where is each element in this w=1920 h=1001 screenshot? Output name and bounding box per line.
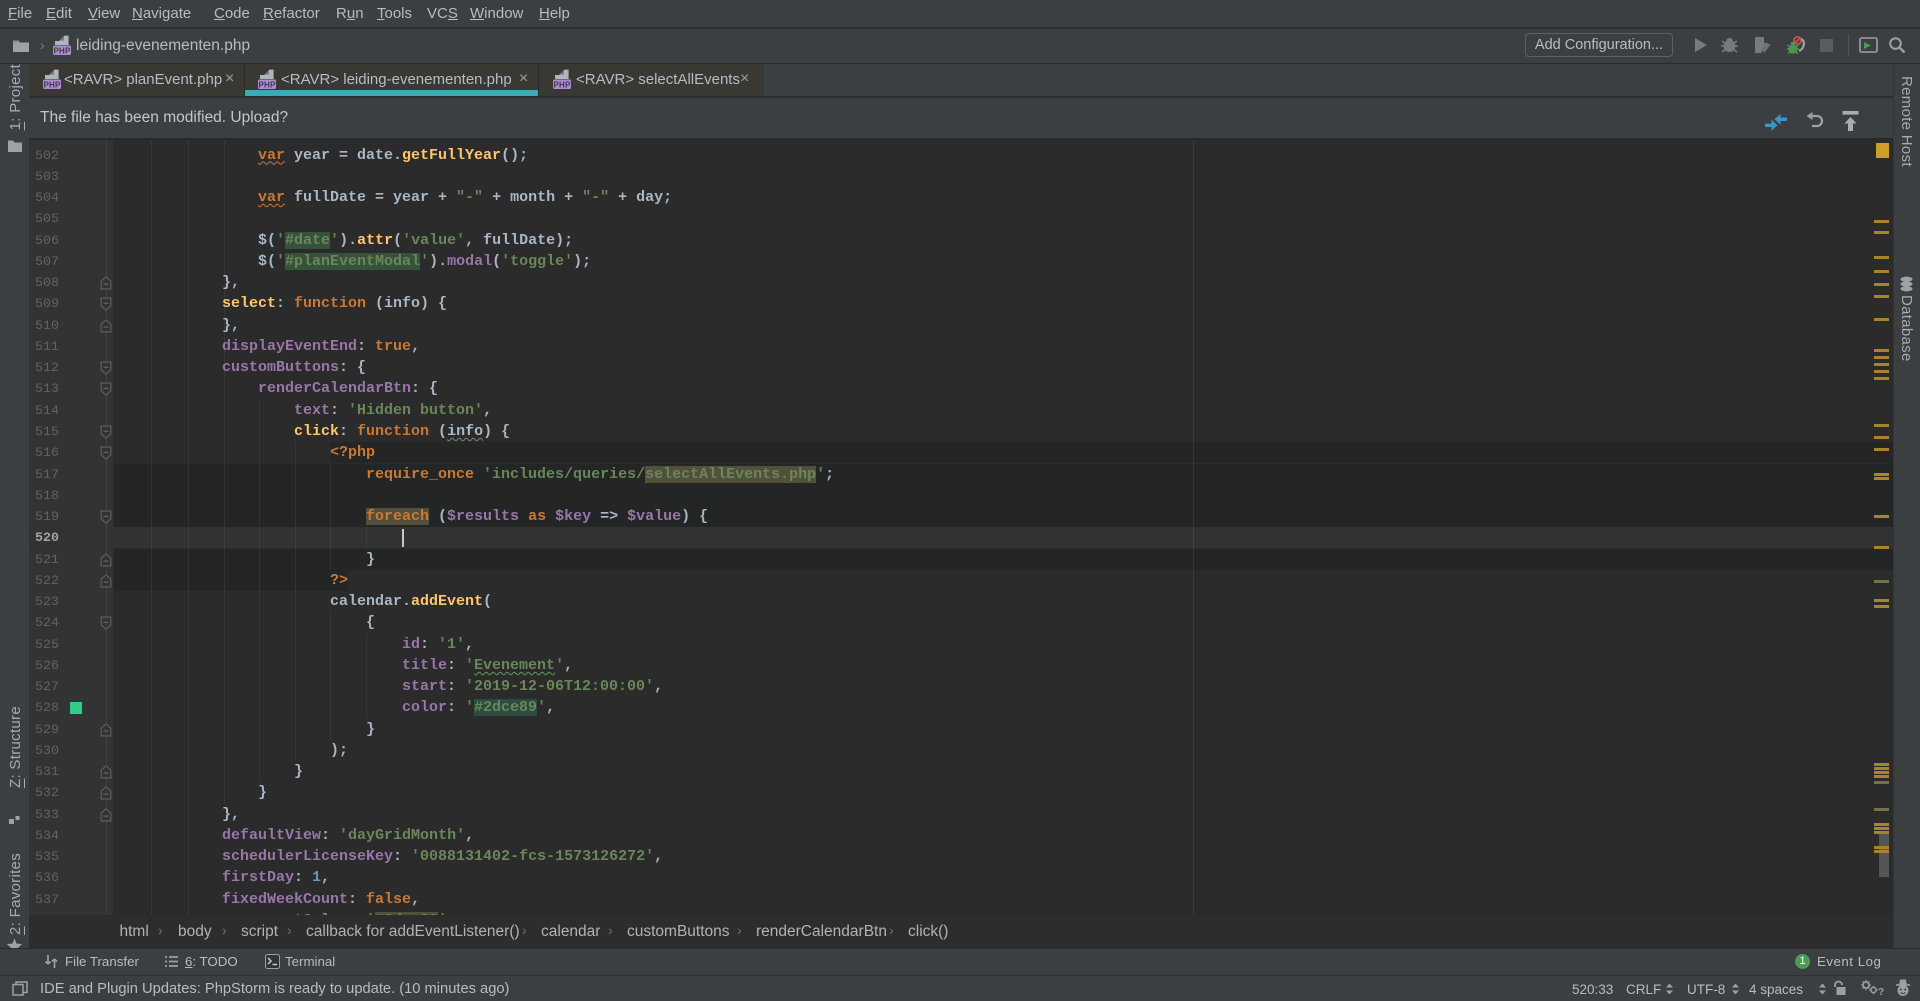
svg-text:?: ? [1878,987,1884,997]
svg-text:PHP: PHP [43,80,61,89]
svg-text:PHP: PHP [258,80,276,89]
svg-text:PHP: PHP [553,80,571,89]
svg-text:PHP: PHP [53,46,71,55]
